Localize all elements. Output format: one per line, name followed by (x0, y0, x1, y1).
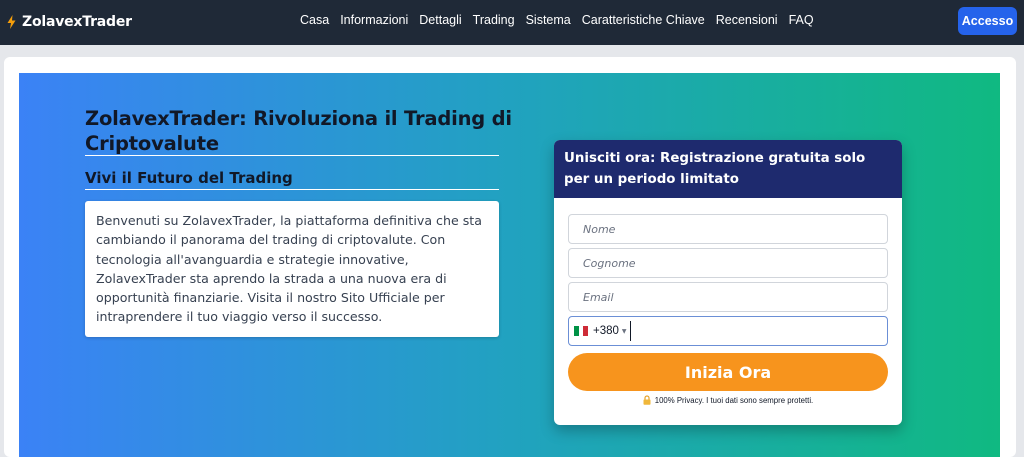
submit-button[interactable]: Inizia Ora (568, 353, 888, 391)
privacy-text: 100% Privacy. I tuoi dati sono sempre pr… (654, 395, 814, 405)
last-name-input[interactable] (568, 248, 888, 278)
nav-link-caratteristiche-chiave[interactable]: Caratteristiche Chiave (582, 13, 705, 27)
nav-link-dettagli[interactable]: Dettagli (419, 13, 461, 27)
dial-code[interactable]: +380 (593, 325, 619, 337)
nav-link-casa[interactable]: Casa (300, 13, 329, 27)
subtitle-divider (85, 189, 499, 190)
nav-link-recensioni[interactable]: Recensioni (716, 13, 778, 27)
chevron-down-icon[interactable]: ▼ (622, 328, 627, 335)
form-header: Unisciti ora: Registrazione gratuita sol… (554, 140, 902, 198)
form-heading: Unisciti ora: Registrazione gratuita sol… (564, 151, 866, 187)
phone-input[interactable] (629, 321, 880, 341)
phone-field[interactable]: +380 ▼ (568, 316, 888, 346)
brand-logo[interactable]: ZolavexTrader (7, 12, 132, 32)
email-input[interactable] (568, 282, 888, 312)
hero-subtitle: Vivi il Futuro del Trading (85, 169, 293, 187)
login-button[interactable]: Accesso (958, 7, 1017, 35)
intro-card: Benvenuti su ZolavexTrader, la piattafor… (85, 201, 499, 337)
lightning-bolt-icon (7, 15, 16, 29)
intro-text: Benvenuti su ZolavexTrader, la piattafor… (96, 213, 482, 325)
nav-link-faq[interactable]: FAQ (789, 13, 814, 27)
main-nav: Casa Informazioni Dettagli Trading Siste… (300, 13, 814, 27)
top-navbar: ZolavexTrader Casa Informazioni Dettagli… (0, 0, 1024, 45)
hero-title: ZolavexTrader: Rivoluziona il Trading di… (85, 107, 512, 155)
privacy-note: 100% Privacy. I tuoi dati sono sempre pr… (554, 395, 902, 405)
italy-flag-icon[interactable] (574, 326, 589, 336)
first-name-input[interactable] (568, 214, 888, 244)
lock-icon (643, 395, 651, 405)
nav-link-sistema[interactable]: Sistema (526, 13, 571, 27)
nav-link-trading[interactable]: Trading (473, 13, 515, 27)
signup-form: Unisciti ora: Registrazione gratuita sol… (554, 140, 902, 425)
nav-link-informazioni[interactable]: Informazioni (340, 13, 408, 27)
title-divider (85, 155, 499, 156)
brand-name: ZolavexTrader (22, 14, 132, 30)
